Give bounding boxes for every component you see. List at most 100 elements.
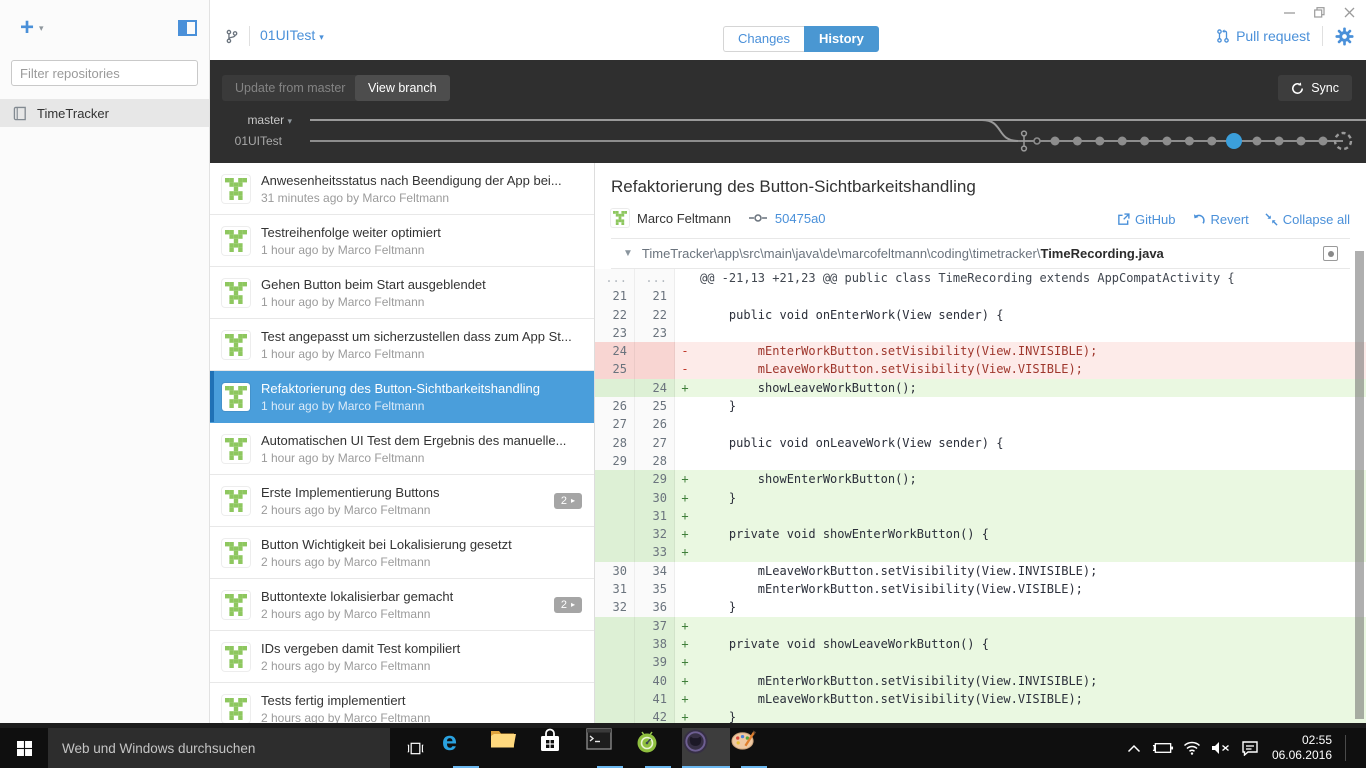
commit-dot-open[interactable] (1034, 138, 1040, 144)
clock-time: 02:55 (1272, 733, 1332, 748)
commit-dot[interactable] (1073, 137, 1082, 146)
commit-dot[interactable] (1095, 137, 1104, 146)
windows-logo-icon (17, 741, 32, 756)
commit-list-item[interactable]: IDs vergeben damit Test kompiliert 2 hou… (210, 631, 594, 683)
diff-old-line-number: 30 (595, 562, 635, 580)
collapse-all-icon (1265, 213, 1278, 226)
pull-request-button[interactable]: Pull request (1216, 28, 1310, 44)
commit-dot[interactable] (1253, 137, 1262, 146)
diff-new-line-number: 21 (635, 287, 675, 305)
start-button[interactable] (0, 728, 48, 768)
settings-button[interactable] (1335, 27, 1354, 46)
repository-sidebar: + ▾ TimeTracker (0, 0, 210, 723)
diff-new-line-number: 39 (635, 653, 675, 671)
branch-selector[interactable]: 01UITest▾ (260, 27, 324, 45)
revert-commit-link[interactable]: Revert (1192, 212, 1249, 227)
system-tray: 02:55 06.06.2016 (1123, 728, 1358, 768)
taskbar-app-android-studio[interactable] (634, 728, 682, 768)
commit-graph[interactable] (210, 60, 1366, 163)
open-in-github-link[interactable]: GitHub (1117, 212, 1175, 227)
diff-old-line-number (595, 379, 635, 397)
speaker-muted-icon (1211, 741, 1230, 755)
diff-old-line-number: ... (595, 269, 635, 287)
tray-action-center[interactable] (1239, 728, 1261, 768)
commit-list-item[interactable]: Test angepasst um sicherzustellen dass z… (210, 319, 594, 371)
git-pull-request-icon (1216, 28, 1230, 44)
commit-dot[interactable] (1163, 137, 1172, 146)
collapse-file-icon[interactable]: ▼ (623, 248, 633, 259)
commit-avatar-identicon (222, 383, 250, 411)
diff-new-line-number: 30 (635, 489, 675, 507)
commit-count-badge[interactable]: 2 ▸ (554, 597, 582, 613)
taskbar-clock[interactable]: 02:55 06.06.2016 (1268, 733, 1338, 763)
taskbar-app-file-explorer[interactable] (490, 728, 538, 768)
commit-list-item[interactable]: Buttontexte lokalisierbar gemacht 2 hour… (210, 579, 594, 631)
commit-title: Refaktorierung des Button-Sichtbarkeitsh… (261, 380, 582, 398)
window-minimize-button[interactable] (1282, 6, 1296, 18)
diff-scrollbar-thumb[interactable] (1355, 251, 1364, 719)
tray-volume[interactable] (1210, 728, 1232, 768)
diff-row: 27 26 (595, 415, 1366, 433)
commit-sha-link[interactable]: 50475a0 (775, 211, 826, 226)
commit-list-item[interactable]: Tests fertig implementiert 2 hours ago b… (210, 683, 594, 723)
commit-meta: 1 hour ago by Marco Feltmann (261, 294, 582, 310)
commit-avatar-identicon (222, 539, 250, 567)
diff-new-line-number: 34 (635, 562, 675, 580)
search-input[interactable] (48, 741, 390, 756)
show-desktop-button[interactable] (1353, 728, 1358, 768)
taskbar-app-github-desktop[interactable] (682, 728, 730, 768)
filter-repositories-input[interactable] (11, 60, 198, 86)
diff-sign (675, 562, 695, 580)
taskbar-app-edge[interactable]: e (442, 728, 490, 768)
selected-commit-dot[interactable] (1226, 133, 1242, 149)
commit-dot[interactable] (1275, 137, 1284, 146)
windows-store-icon (538, 728, 562, 754)
commit-list-item[interactable]: Testreihenfolge weiter optimiert 1 hour … (210, 215, 594, 267)
window-close-button[interactable] (1342, 6, 1356, 18)
diff-old-line-number: 26 (595, 397, 635, 415)
diff-new-line-number: 23 (635, 324, 675, 342)
commit-count-badge[interactable]: 2 ▸ (554, 493, 582, 509)
commit-dot[interactable] (1207, 137, 1216, 146)
diff-old-line-number: 24 (595, 342, 635, 360)
toggle-sidebar-button[interactable] (178, 20, 197, 41)
commit-title: Anwesenheitsstatus nach Beendigung der A… (261, 172, 582, 190)
diff-old-line-number: 31 (595, 580, 635, 598)
diff-sign (675, 397, 695, 415)
diff-new-line-number: 26 (635, 415, 675, 433)
add-repository-button[interactable]: + ▾ (20, 18, 44, 38)
diff-code: @@ -21,13 +21,23 @@ public class TimeRec… (695, 269, 1366, 287)
diff-sign (675, 324, 695, 342)
commit-list-item[interactable]: Gehen Button beim Start ausgeblendet 1 h… (210, 267, 594, 319)
diff-sign (675, 269, 695, 287)
commit-dot[interactable] (1297, 137, 1306, 146)
commit-list-item[interactable]: Automatischen UI Test dem Ergebnis des m… (210, 423, 594, 475)
revert-icon (1192, 213, 1206, 227)
commit-dot[interactable] (1051, 137, 1060, 146)
diff-file-header[interactable]: ▼ TimeTracker\app\src\main\java\de\marco… (611, 238, 1350, 269)
commit-detail-title: Refaktorierung des Button-Sichtbarkeitsh… (611, 175, 1350, 199)
commit-list-item[interactable]: Button Wichtigkeit bei Lokalisierung ges… (210, 527, 594, 579)
tray-expand-button[interactable] (1123, 728, 1145, 768)
window-restore-button[interactable] (1312, 6, 1326, 18)
collapse-all-link[interactable]: Collapse all (1265, 212, 1350, 227)
taskbar-app-windows-store[interactable] (538, 728, 586, 768)
commit-list-item[interactable]: Refaktorierung des Button-Sichtbarkeitsh… (210, 371, 594, 423)
commit-dot[interactable] (1140, 137, 1149, 146)
tab-history[interactable]: History (804, 26, 879, 52)
sidebar-item-repository[interactable]: TimeTracker (0, 99, 209, 127)
tray-network[interactable] (1181, 728, 1203, 768)
diff-new-line-number: 40 (635, 672, 675, 690)
commit-list-item[interactable]: Erste Implementierung Buttons 2 hours ag… (210, 475, 594, 527)
taskbar-search[interactable] (48, 728, 390, 768)
taskbar-app-command-prompt[interactable] (586, 728, 634, 768)
tab-changes[interactable]: Changes (723, 26, 804, 52)
commit-dot[interactable] (1185, 137, 1194, 146)
diff-sign: + (675, 379, 695, 397)
task-view-button[interactable] (390, 728, 440, 768)
tray-battery[interactable] (1152, 728, 1174, 768)
taskbar-app-paint[interactable] (730, 728, 778, 768)
commit-list-item[interactable]: Anwesenheitsstatus nach Beendigung der A… (210, 163, 594, 215)
commit-dot[interactable] (1319, 137, 1328, 146)
commit-dot[interactable] (1118, 137, 1127, 146)
